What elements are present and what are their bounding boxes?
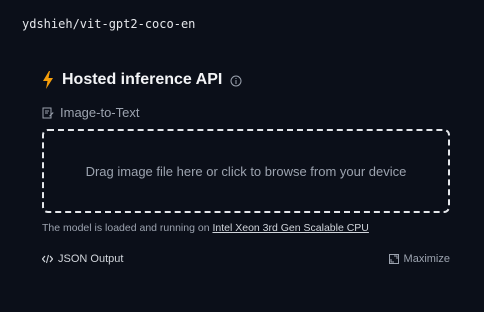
widget-footer: JSON Output Maximize (42, 251, 450, 267)
maximize-label: Maximize (403, 253, 450, 265)
model-id-title: ydshieh/vit-gpt2-coco-en (22, 17, 196, 31)
dropzone-text: Drag image file here or click to browse … (85, 163, 407, 179)
inference-widget: Hosted inference API Image-to-Text Drag … (42, 68, 450, 267)
task-row: Image-to-Text (42, 104, 450, 120)
hardware-link[interactable]: Intel Xeon 3rd Gen Scalable CPU (212, 222, 368, 234)
task-label: Image-to-Text (60, 104, 140, 120)
widget-title: Hosted inference API (62, 71, 223, 88)
lightning-bolt-icon (42, 71, 54, 89)
json-output-button[interactable]: JSON Output (42, 253, 123, 265)
status-prefix: The model is loaded and running on (42, 222, 210, 234)
maximize-button[interactable]: Maximize (388, 253, 450, 265)
image-to-text-icon (42, 106, 54, 119)
image-dropzone[interactable]: Drag image file here or click to browse … (42, 129, 450, 213)
code-brackets-icon (42, 254, 53, 264)
widget-header: Hosted inference API (42, 68, 450, 92)
json-output-label: JSON Output (58, 253, 124, 265)
info-circle-icon[interactable] (230, 74, 242, 87)
page: ydshieh/vit-gpt2-coco-en Hosted inferenc… (0, 0, 484, 312)
model-status: The model is loaded and running on Intel… (42, 222, 450, 236)
maximize-icon (388, 254, 399, 264)
